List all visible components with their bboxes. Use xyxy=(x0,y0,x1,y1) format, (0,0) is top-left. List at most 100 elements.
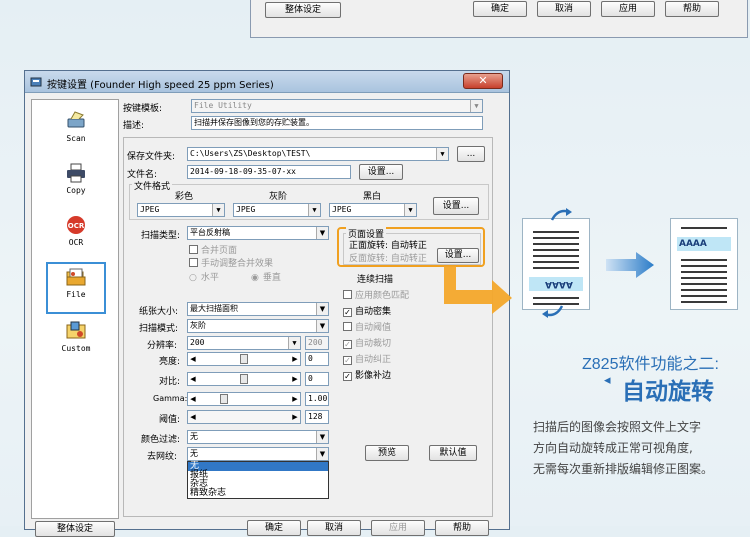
cancel-button[interactable]: 取消 xyxy=(537,1,591,17)
brightness-value[interactable]: 0 xyxy=(305,352,329,366)
arrow-left-icon: ◀ xyxy=(190,413,196,421)
gamma-slider[interactable]: ◀ ▶ xyxy=(187,392,301,406)
auto-crop-checkbox[interactable]: ✓ 自动裁切 xyxy=(343,336,391,349)
sidebar-item-custom[interactable]: Custom xyxy=(48,318,104,366)
template-select[interactable]: File Utility ▼ xyxy=(191,99,483,113)
sidebar-item-label: Custom xyxy=(61,344,91,353)
help-button[interactable]: 帮助 xyxy=(665,1,719,17)
gamma-value[interactable]: 1.00 xyxy=(305,392,329,406)
chevron-down-icon: ▼ xyxy=(288,337,300,349)
contrast-value[interactable]: 0 xyxy=(305,372,329,386)
dialog-title: 按键设置 (Founder High speed 25 ppm Series) xyxy=(47,80,274,91)
list-item[interactable]: 精致杂志 xyxy=(188,489,328,498)
image-fill-checkbox[interactable]: ✓ 影像补边 xyxy=(343,368,391,381)
scan-mode-select[interactable]: 灰阶 ▼ xyxy=(187,319,329,333)
sidebar-item-label: Copy xyxy=(66,186,86,195)
ok-button[interactable]: 确定 xyxy=(247,520,301,536)
close-button[interactable]: ✕ xyxy=(463,73,503,89)
slider-thumb[interactable] xyxy=(240,354,248,364)
radio-off-icon: ○ xyxy=(189,273,197,283)
description-field[interactable]: 扫描并保存图像到您的存贮装置。 xyxy=(191,116,483,130)
save-folder-label: 保存文件夹: xyxy=(127,152,176,162)
auto-deskew-checkbox[interactable]: ✓ 自动纠正 xyxy=(343,352,391,365)
horizontal-radio[interactable]: ○ 水平 xyxy=(189,270,219,283)
image-fill-text: 影像补边 xyxy=(355,371,392,381)
gray-format-select[interactable]: JPEG ▼ xyxy=(233,203,321,217)
radio-on-icon: ◉ xyxy=(251,273,259,283)
description-value: 扫描并保存图像到您的存贮装置。 xyxy=(194,118,314,127)
ok-button[interactable]: 确定 xyxy=(473,1,527,17)
scan-type-select[interactable]: 平台反射稿 ▼ xyxy=(187,226,329,240)
file-format-title: 文件格式 xyxy=(132,179,173,192)
color-filter-select[interactable]: 无 ▼ xyxy=(187,430,329,444)
list-item[interactable]: 报纸 xyxy=(188,471,328,480)
auto-density-checkbox[interactable]: ✓ 自动密集 xyxy=(343,304,391,317)
filename-input[interactable]: 2014-09-18-09-35-07-xx xyxy=(187,165,351,179)
gray-format-value: JPEG xyxy=(236,205,256,214)
format-settings-button[interactable]: 设置... xyxy=(433,197,479,215)
chevron-down-icon: ▼ xyxy=(316,431,328,443)
merge-pages-checkbox[interactable]: 合并页面 xyxy=(189,243,237,256)
sidebar-item-file[interactable]: File xyxy=(46,262,106,314)
bw-format-select[interactable]: JPEG ▼ xyxy=(329,203,417,217)
apply-color-match-checkbox[interactable]: 应用颜色匹配 xyxy=(343,288,409,301)
back-rotation-text: 反面旋转: 自动转正 xyxy=(349,254,427,264)
manual-merge-checkbox[interactable]: 手动调整合并效果 xyxy=(189,256,273,269)
help-button[interactable]: 帮助 xyxy=(435,520,489,536)
app-icon xyxy=(30,77,42,87)
scan-type-label: 扫描类型: xyxy=(141,231,181,241)
threshold-slider[interactable]: ◀ ▶ xyxy=(187,410,301,424)
apply-button[interactable]: 应用 xyxy=(371,520,425,536)
sidebar-item-scan[interactable]: Scan xyxy=(48,108,104,156)
save-folder-input[interactable]: C:\Users\ZS\Desktop\TEST\ ▼ xyxy=(187,147,449,161)
auto-threshold-checkbox[interactable]: 自动阈值 xyxy=(343,320,391,333)
preview-button[interactable]: 预览 xyxy=(365,445,409,461)
cancel-button[interactable]: 取消 xyxy=(307,520,361,536)
sidebar-item-ocr[interactable]: OCR OCR xyxy=(48,212,104,260)
contrast-slider[interactable]: ◀ ▶ xyxy=(187,372,301,386)
sidebar-item-label: File xyxy=(66,290,86,299)
contrast-label: 对比: xyxy=(159,377,181,387)
slider-thumb[interactable] xyxy=(220,394,228,404)
apply-button[interactable]: 应用 xyxy=(601,1,655,17)
slider-thumb[interactable] xyxy=(240,374,248,384)
chevron-down-icon: ▼ xyxy=(404,204,416,216)
arrow-right-icon: ▶ xyxy=(292,355,298,363)
resolution-select[interactable]: 200 ▼ xyxy=(187,336,301,350)
custom-icon xyxy=(66,321,86,339)
browse-button[interactable]: ... xyxy=(457,146,485,162)
printer-icon xyxy=(67,163,85,183)
threshold-value[interactable]: 128 xyxy=(305,410,329,424)
auto-density-text: 自动密集 xyxy=(355,307,392,317)
resolution-label: 分辨率: xyxy=(147,341,178,351)
threshold-label: 阈值: xyxy=(159,415,181,425)
sidebar-item-copy[interactable]: Copy xyxy=(48,160,104,208)
overall-settings-button[interactable]: 整体设定 xyxy=(35,521,115,537)
description-line-1: 扫描后的图像会按照文件上文字 xyxy=(533,420,702,434)
overall-settings-button[interactable]: 整体设定 xyxy=(265,2,341,18)
filename-settings-button[interactable]: 设置... xyxy=(359,164,403,180)
ocr-icon: OCR xyxy=(67,216,85,234)
auto-threshold-text: 自动阈值 xyxy=(355,323,392,333)
resolution-value: 200 xyxy=(190,338,205,347)
color-label: 彩色 xyxy=(175,192,194,202)
vertical-radio[interactable]: ◉ 垂直 xyxy=(251,270,281,283)
brightness-slider[interactable]: ◀ ▶ xyxy=(187,352,301,366)
page-settings-button[interactable]: 设置... xyxy=(437,248,479,263)
upright-text: AAAA xyxy=(679,239,707,249)
rotated-document: AAAA xyxy=(522,218,590,310)
default-button[interactable]: 默认值 xyxy=(429,445,477,461)
scan-mode-label: 扫描模式: xyxy=(139,324,179,334)
pointer-arrow xyxy=(444,266,512,314)
chevron-down-icon: ▼ xyxy=(436,148,448,160)
descreen-select[interactable]: 无 ▼ xyxy=(187,447,329,461)
chevron-down-icon: ▼ xyxy=(308,204,320,216)
paper-size-value: 最大扫描面积 xyxy=(190,304,238,313)
continuous-scan-text: 连续扫描 xyxy=(357,275,394,285)
file-icon xyxy=(66,268,86,286)
chevron-down-icon: ▼ xyxy=(470,100,482,112)
list-item[interactable]: 无 xyxy=(188,462,328,471)
color-format-select[interactable]: JPEG ▼ xyxy=(137,203,225,217)
paper-size-select[interactable]: 最大扫描面积 ▼ xyxy=(187,302,329,316)
description-line-3: 无需每次重新排版编辑修正图案。 xyxy=(533,462,714,476)
